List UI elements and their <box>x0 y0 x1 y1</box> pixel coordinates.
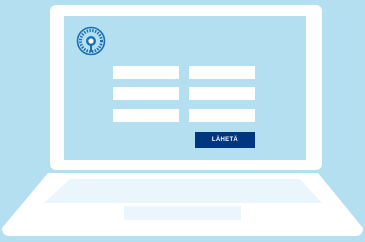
keyboard-area <box>44 179 322 203</box>
form-field-6[interactable] <box>189 109 255 122</box>
form-field-5[interactable] <box>113 109 179 122</box>
form-field-4[interactable] <box>189 87 255 100</box>
university-seal-icon <box>76 26 106 56</box>
send-button[interactable]: LÄHETÄ <box>195 132 255 148</box>
form-field-2[interactable] <box>189 66 255 79</box>
laptop-keyboard-base <box>2 173 363 236</box>
form-field-1[interactable] <box>113 66 179 79</box>
touchpad <box>124 206 241 220</box>
form-field-3[interactable] <box>113 87 179 100</box>
